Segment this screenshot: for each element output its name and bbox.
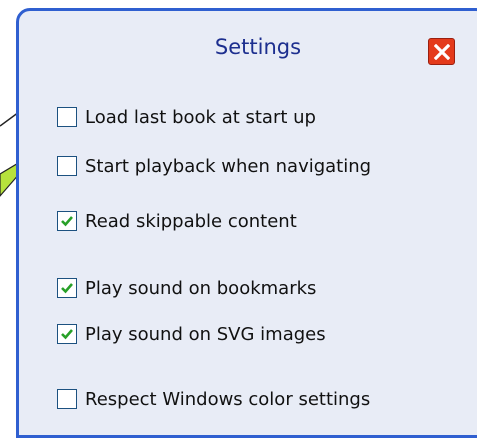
option-sound-svg[interactable]: Play sound on SVG images bbox=[57, 320, 326, 348]
checkbox-read-skippable[interactable] bbox=[57, 211, 77, 231]
close-icon bbox=[433, 43, 450, 60]
option-start-playback[interactable]: Start playback when navigating bbox=[57, 152, 371, 180]
checkmark-icon bbox=[61, 216, 73, 227]
dialog-title: Settings bbox=[214, 35, 302, 59]
checkbox-windows-colors[interactable] bbox=[57, 389, 77, 409]
option-label: Play sound on SVG images bbox=[85, 323, 326, 345]
checkmark-icon bbox=[61, 329, 73, 340]
checkmark-icon bbox=[61, 283, 73, 294]
option-load-last-book[interactable]: Load last book at start up bbox=[57, 103, 316, 131]
checkbox-load-last-book[interactable] bbox=[57, 107, 77, 127]
checkbox-sound-svg[interactable] bbox=[57, 324, 77, 344]
checkbox-sound-bookmarks[interactable] bbox=[57, 278, 77, 298]
checkbox-start-playback[interactable] bbox=[57, 156, 77, 176]
option-label: Start playback when navigating bbox=[85, 155, 372, 177]
settings-dialog: Settings Load last book at start up Star… bbox=[16, 8, 477, 438]
option-read-skippable[interactable]: Read skippable content bbox=[57, 207, 297, 235]
option-label: Play sound on bookmarks bbox=[85, 277, 317, 299]
option-label: Load last book at start up bbox=[85, 106, 316, 128]
option-label: Read skippable content bbox=[85, 210, 297, 232]
option-sound-bookmarks[interactable]: Play sound on bookmarks bbox=[57, 274, 316, 302]
option-windows-colors[interactable]: Respect Windows color settings bbox=[57, 385, 370, 413]
option-label: Respect Windows color settings bbox=[85, 388, 371, 410]
close-button[interactable] bbox=[428, 38, 455, 65]
